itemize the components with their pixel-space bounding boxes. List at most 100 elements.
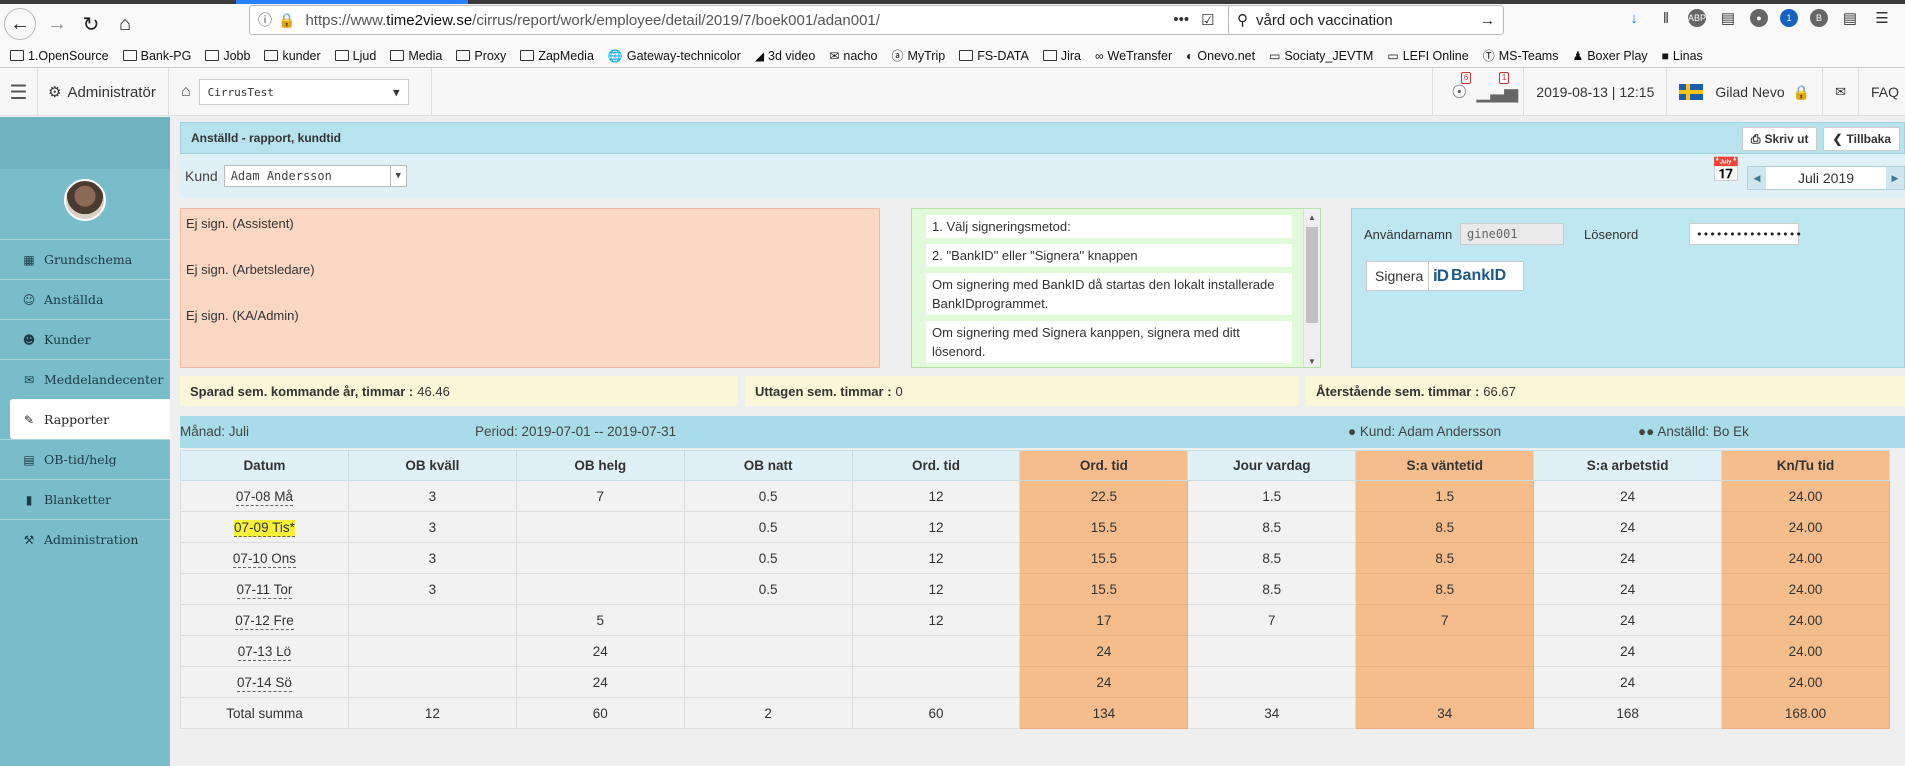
bookmark-item[interactable]: ■ Linas	[1662, 49, 1703, 63]
scrollbar[interactable]: ▲ ▼	[1303, 209, 1320, 367]
synced-tabs-icon[interactable]: ▤	[1840, 8, 1860, 28]
bookmark-item[interactable]: FS-DATA	[959, 49, 1029, 63]
reload-icon[interactable]: ↻	[74, 7, 108, 41]
signera-button[interactable]: Signera	[1366, 261, 1433, 291]
faq-link[interactable]: FAQ	[1857, 68, 1905, 116]
page-actions-icon[interactable]: •••	[1173, 11, 1189, 29]
adblock-icon[interactable]: ABP	[1688, 9, 1706, 27]
bookmark-label: Jobb	[223, 48, 251, 63]
date-link[interactable]: 07-12 Fre	[235, 612, 294, 630]
instruction-step: Om signering med BankID då startas den l…	[926, 273, 1292, 315]
bookmark-item[interactable]: Ljud	[334, 49, 376, 63]
home-icon[interactable]: ⌂	[181, 83, 191, 101]
scroll-down-icon[interactable]: ▼	[1304, 353, 1320, 367]
print-button[interactable]: ⎙ Skriv ut	[1741, 127, 1818, 151]
date-link[interactable]: 07-13 Lö	[237, 643, 292, 661]
sidebar-item-blanketter[interactable]: ▮ Blanketter	[0, 479, 170, 519]
table-cell	[1355, 635, 1535, 667]
bookmark-label: kunder	[282, 48, 321, 63]
bookmark-item[interactable]: 🌐 Gateway-technicolor	[608, 49, 741, 63]
bookmark-item[interactable]: Media	[390, 49, 442, 63]
back-button[interactable]: ❮ Tillbaka	[1823, 127, 1900, 151]
sidebar-item-grundschema[interactable]: ▦ Grundschema	[0, 239, 170, 279]
bookmark-item[interactable]: Bank-PG	[122, 49, 191, 63]
prev-month-icon[interactable]: ◀	[1748, 167, 1766, 189]
reader-icon[interactable]: ▤	[1718, 8, 1738, 28]
bookmark-item[interactable]: ▭ Sociaty_JEVTM	[1269, 49, 1373, 63]
sidebar-item-kunder[interactable]: ☻ Kunder	[0, 319, 170, 359]
bookmark-item[interactable]: ZapMedia	[520, 49, 594, 63]
bookmark-item[interactable]: kunder	[264, 48, 321, 63]
back-arrow-icon[interactable]: ←	[4, 8, 36, 40]
sidebar-item-meddelandecenter[interactable]: ✉ Meddelandecenter	[0, 359, 170, 399]
menu-icon[interactable]: ☰	[1872, 8, 1892, 28]
calendar-icon[interactable]: 📅	[1711, 156, 1741, 185]
bookmark-label: Jira	[1060, 48, 1081, 63]
lock-icon[interactable]: 🔒	[1793, 84, 1810, 101]
chat-icon[interactable]: ✉	[1822, 68, 1858, 116]
wetransfer-icon: ∞	[1094, 48, 1104, 63]
report-table: Datum OB kväll OB helg OB natt Ord. tid Ord. …	[180, 450, 1890, 729]
home-icon[interactable]: ⌂	[108, 7, 142, 41]
bookmark-item[interactable]: ◢ 3d video	[755, 49, 816, 63]
table-cell: 24	[1019, 666, 1189, 698]
support-notification[interactable]: ☉ 6	[1445, 72, 1473, 106]
bookmark-item[interactable]: Proxy	[456, 49, 506, 63]
scroll-up-icon[interactable]: ▲	[1304, 209, 1320, 225]
bookmark-item[interactable]: 1.OpenSource	[10, 49, 109, 63]
table-cell: 3	[347, 511, 517, 543]
bookmark-label: nacho	[843, 48, 878, 63]
extension-icon[interactable]: ●	[1750, 9, 1768, 27]
sidebar-item-anst-llda[interactable]: ☺ Anställda	[0, 279, 170, 319]
page-icon: ▭	[1269, 48, 1281, 63]
bookmark-item[interactable]: ⓐ MyTrip	[891, 47, 945, 64]
bookmark-item[interactable]: ◐ Onevo.net	[1186, 49, 1255, 63]
search-input[interactable]: vård och vaccination	[1256, 12, 1480, 29]
forward-arrow-icon[interactable]: →	[40, 7, 74, 41]
password-field[interactable]: ••••••••••••••••	[1689, 223, 1802, 245]
admin-link[interactable]: ⚙ Administratör	[48, 68, 156, 116]
hamburger-menu-icon[interactable]: ☰	[0, 68, 38, 116]
date-link[interactable]: 07-14 Sö	[237, 674, 292, 692]
search-go-icon[interactable]: →	[1480, 12, 1495, 29]
username-field[interactable]: gine001	[1460, 223, 1564, 245]
taken-vacation-value: 0	[895, 383, 903, 399]
customer-select[interactable]: Adam Andersson ▼	[223, 165, 407, 187]
date-link[interactable]: 07-09 Tis*	[234, 519, 295, 537]
sidebar-item-administration[interactable]: ⚒ Administration	[0, 519, 170, 559]
sidebar-item-ob-tid-helg[interactable]: ▤ OB-tid/helg	[0, 439, 170, 479]
bookmark-item[interactable]: ♟ Boxer Play	[1572, 49, 1647, 63]
bookmark-item[interactable]: Ⓣ MS-Teams	[1483, 47, 1559, 64]
bookmark-item[interactable]: Jobb	[205, 49, 250, 63]
search-bar[interactable]: ⚲ vård och vaccination →	[1228, 5, 1504, 35]
bookmark-item[interactable]: ✉ nacho	[829, 49, 877, 63]
b-extension-icon[interactable]: B	[1810, 9, 1828, 27]
table-cell: 24	[515, 666, 685, 698]
user-name[interactable]: Gilad Nevo	[1715, 84, 1784, 100]
table-cell: 5	[515, 604, 685, 636]
date-link[interactable]: 07-10 Ons	[232, 550, 296, 568]
pocket-icon[interactable]: ☑	[1201, 11, 1214, 29]
swedish-flag-icon[interactable]	[1679, 84, 1704, 100]
scroll-thumb[interactable]	[1306, 227, 1318, 323]
table-cell: 15.5	[1019, 573, 1189, 605]
download-icon[interactable]: ↓	[1624, 8, 1644, 28]
bookmark-item[interactable]: Jira	[1042, 48, 1081, 63]
bankid-button[interactable]: iD BankID	[1428, 261, 1524, 291]
bookmark-item[interactable]: ▭ LEFI Online	[1387, 49, 1468, 63]
next-month-icon[interactable]: ▶	[1886, 167, 1904, 189]
bookmark-item[interactable]: ∞ WeTransfer	[1095, 49, 1172, 63]
sidebar-item-rapporter[interactable]: ✎ Rapporter	[10, 399, 170, 439]
column-header: OB kväll	[347, 450, 517, 481]
folder-icon	[334, 50, 349, 61]
avatar[interactable]	[64, 179, 106, 221]
envelope-icon: ✉	[23, 372, 35, 387]
library-icon[interactable]: ‖	[1656, 8, 1676, 28]
onepassword-icon[interactable]: 1	[1780, 9, 1798, 27]
date-link[interactable]: 07-08 Må	[235, 488, 293, 506]
company-select[interactable]: CirrusTest ▼	[198, 79, 409, 105]
url-bar[interactable]: ⓘ 🔒 https://www.time2view.se/cirrus/repo…	[249, 5, 1249, 35]
date-link[interactable]: 07-11 Tor	[236, 581, 293, 599]
stats-notification[interactable]: ▁▃▅ 1	[1477, 72, 1518, 106]
info-icon[interactable]: ⓘ	[258, 10, 272, 30]
